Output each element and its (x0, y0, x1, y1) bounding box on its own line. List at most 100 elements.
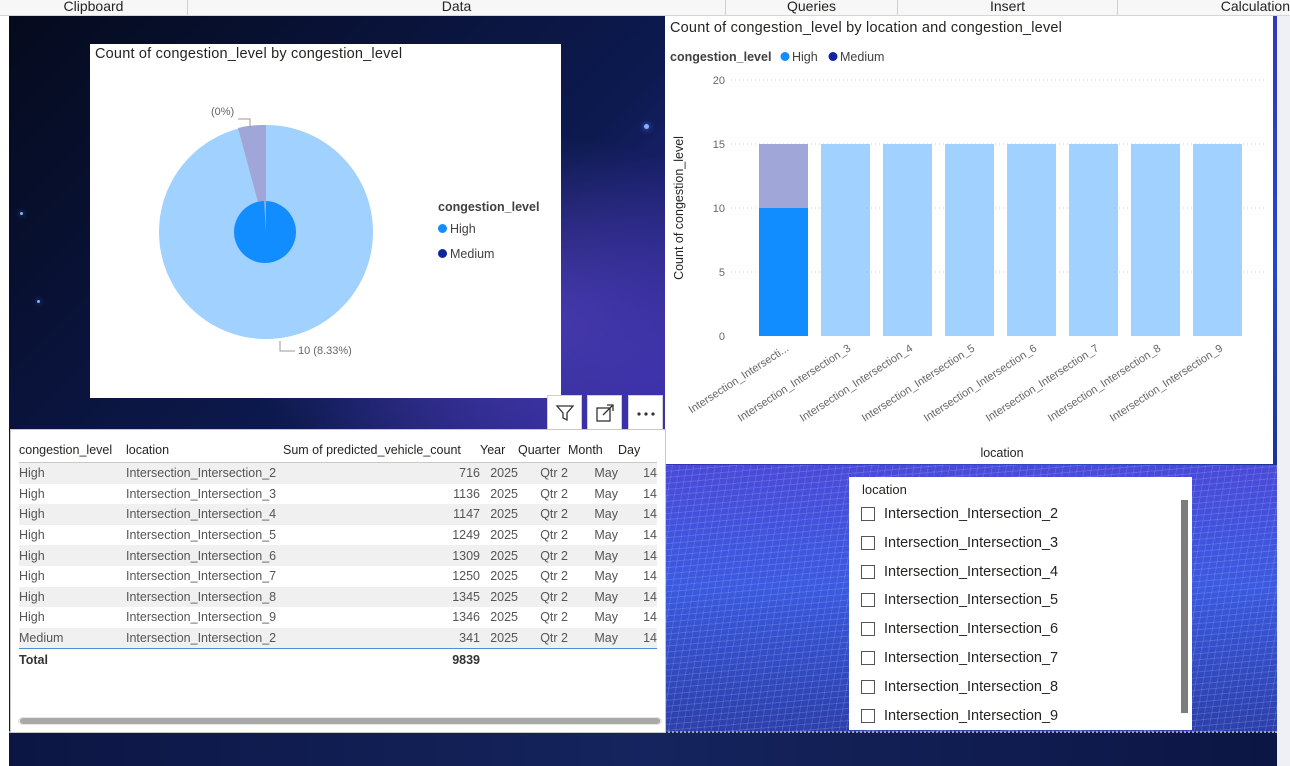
y-tick-label: 10 (713, 203, 725, 215)
slicer-vertical-scrollbar[interactable] (1181, 500, 1188, 713)
ribbon-group-data[interactable]: Data (188, 0, 725, 15)
cell-day: 14 (618, 504, 657, 525)
slicer-item-label: Intersection_Intersection_5 (884, 592, 1059, 609)
x-tick-label: Intersection_Intersection_3 (736, 342, 853, 424)
scrollbar-thumb[interactable] (1181, 500, 1188, 713)
slicer-item[interactable]: Intersection_Intersection_4 (861, 561, 1058, 583)
cell-sum-vehicle-count: 1345 (283, 586, 480, 608)
cell-location: Intersection_Intersection_4 (126, 504, 283, 525)
ribbon-bar: Clipboard Data Queries Insert Calculatio… (0, 0, 1290, 16)
slicer-item[interactable]: Intersection_Intersection_5 (861, 589, 1058, 611)
scrollbar-thumb[interactable] (20, 718, 660, 724)
slicer-item-label: Intersection_Intersection_4 (884, 563, 1059, 580)
table-row[interactable]: High Intersection_Intersection_2 716 2025 Qt… (19, 461, 657, 484)
x-tick-label: Intersection_Intersection_9 (1108, 342, 1225, 424)
table-horizontal-scrollbar[interactable] (18, 717, 662, 725)
cell-day: 14 (618, 461, 657, 484)
bar-legend-item-high[interactable]: High (792, 50, 818, 64)
checkbox[interactable] (861, 651, 875, 665)
checkbox[interactable] (861, 535, 875, 550)
pie-chart-visual[interactable]: Count of congestion_level by congestion_… (90, 44, 561, 398)
y-tick-label: 20 (713, 75, 725, 87)
location-slicer[interactable]: location Intersection_Intersection_2 Inte… (849, 477, 1192, 730)
checkbox[interactable] (861, 507, 875, 521)
column-header-month[interactable]: Month (568, 438, 618, 463)
checkbox[interactable] (861, 564, 875, 579)
cell-congestion-level: High (19, 486, 45, 501)
slicer-item[interactable]: Intersection_Intersection_7 (861, 647, 1058, 669)
cell-sum-vehicle-count: 1136 (453, 486, 480, 501)
slicer-item-label: Intersection_Intersection_3 (884, 534, 1059, 551)
checkbox[interactable] (861, 593, 875, 608)
slicer-item[interactable]: Intersection_Intersection_9 (861, 705, 1058, 727)
table-row[interactable]: High Intersection_Intersection_3 1136 2025 Q… (19, 484, 657, 505)
slicer-item-label: Intersection_Intersection_7 (884, 650, 1059, 666)
bar-high[interactable] (759, 208, 808, 336)
background-glow-dot (644, 124, 649, 129)
slicer-item[interactable]: Intersection_Intersection_3 (861, 532, 1058, 554)
cell-congestion-level: Medium (19, 627, 126, 649)
bar-legend-title: congestion_level (670, 50, 771, 64)
table-row[interactable]: High Intersection_Intersection_4 1147 2025 Q… (19, 504, 657, 525)
cell-year: 2025 (490, 569, 518, 584)
column-header-location[interactable]: location (126, 438, 283, 463)
bar-legend-item-medium[interactable]: Medium (840, 50, 884, 64)
cell-day: 14 (643, 486, 657, 501)
pie-data-label-medium: (0%) (211, 106, 235, 118)
ribbon-group-clipboard[interactable]: Clipboard (0, 0, 187, 15)
bar-high[interactable] (1069, 144, 1118, 336)
ribbon-group-insert[interactable]: Insert (898, 0, 1117, 15)
table-row[interactable]: High Intersection_Intersection_8 1345 2025 Q… (19, 586, 657, 608)
canvas-bottom-band (9, 732, 1277, 766)
column-header-year[interactable]: Year (480, 438, 518, 463)
table-visual[interactable]: congestion_level location Sum of predict… (10, 429, 666, 733)
cell-day: 14 (618, 586, 657, 608)
column-header-quarter[interactable]: Quarter (518, 438, 568, 463)
bar-high[interactable] (1193, 144, 1242, 336)
pie-legend-item-high[interactable]: High (438, 222, 476, 236)
filter-button[interactable] (547, 395, 582, 430)
stacked-bar-chart-visual[interactable]: Count of congestion_level by location an… (665, 16, 1273, 464)
legend-dot-icon (438, 249, 447, 258)
bar-high[interactable] (945, 144, 994, 336)
slicer-item[interactable]: Intersection_Intersection_2 (861, 503, 1058, 525)
slicer-item[interactable]: Intersection_Intersection_6 (861, 618, 1058, 640)
cell-location: Intersection_Intersection_2 (126, 627, 283, 649)
column-header-sum-vehicle-count[interactable]: Sum of predicted_vehicle_count (283, 438, 480, 463)
cell-quarter: Qtr 2 (518, 545, 568, 566)
more-options-icon (636, 411, 655, 416)
cell-year: 2025 (480, 586, 518, 608)
column-header-day[interactable]: Day (618, 438, 657, 463)
cell-location: Intersection_Intersection_8 (126, 586, 283, 608)
table-row[interactable]: High Intersection_Intersection_5 1249 2025 Q… (19, 525, 657, 546)
cell-quarter: Qtr 2 (518, 461, 568, 484)
table-row[interactable]: High Intersection_Intersection_9 1346 2025 Q… (19, 607, 657, 628)
cell-month: May (594, 528, 618, 543)
focus-mode-button[interactable] (587, 395, 622, 430)
bar-high[interactable] (883, 144, 932, 336)
slicer-item-label: Intersection_Intersection_9 (884, 707, 1059, 724)
checkbox[interactable] (861, 622, 875, 637)
bar-high[interactable] (821, 144, 870, 336)
ribbon-group-queries[interactable]: Queries (726, 0, 897, 15)
checkbox[interactable] (861, 679, 875, 694)
ribbon-group-calculation[interactable]: Calculation (1118, 0, 1290, 15)
pie-legend-item-medium[interactable]: Medium (438, 247, 494, 261)
slicer-item[interactable]: Intersection_Intersection_8 (861, 676, 1058, 698)
table-row[interactable]: High Intersection_Intersection_6 1309 2025 Q… (19, 545, 657, 566)
bar-high[interactable] (1007, 144, 1056, 336)
checkbox[interactable] (861, 708, 875, 723)
legend-dot-icon (780, 52, 790, 61)
cell-total-label: Total (19, 648, 126, 672)
column-header-congestion-level[interactable]: congestion_level (19, 438, 126, 463)
bar-medium[interactable] (759, 144, 808, 208)
cell-congestion-level: High (19, 610, 45, 625)
x-tick-label: Intersection_Intersection_5 (860, 342, 977, 424)
cell-congestion-level: High (19, 504, 126, 525)
bar-high[interactable] (1131, 144, 1180, 336)
cell-empty (568, 648, 618, 672)
table-row[interactable]: High Intersection_Intersection_7 1250 2025 Q… (19, 566, 657, 587)
focus-mode-icon (595, 403, 614, 422)
table-row[interactable]: Medium Intersection_Intersection_2 341 2025… (19, 627, 657, 649)
more-options-button[interactable] (628, 395, 663, 430)
